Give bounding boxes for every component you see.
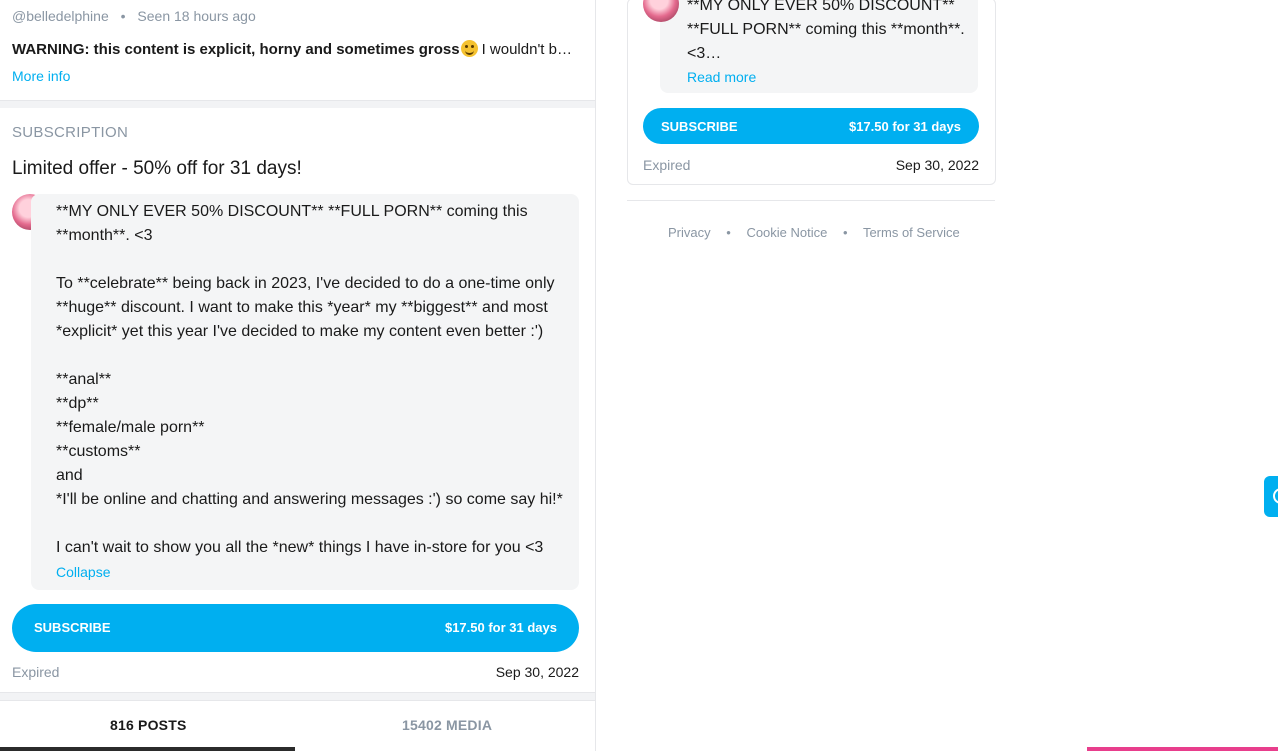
cookie-notice-link[interactable]: Cookie Notice	[746, 225, 827, 240]
more-info-link[interactable]: More info	[12, 68, 70, 84]
privacy-link[interactable]: Privacy	[668, 225, 711, 240]
subscribe-button[interactable]: SUBSCRIBE $17.50 for 31 days	[12, 604, 579, 652]
offer-message: **MY ONLY EVER 50% DISCOUNT** **FULL POR…	[56, 203, 563, 556]
section-divider	[0, 100, 595, 108]
profile-bio: WARNING: this content is explicit, horny…	[12, 40, 577, 58]
profile-meta: @belledelphine • Seen 18 hours ago	[12, 8, 256, 24]
subscribe-label: SUBSCRIBE	[34, 620, 111, 635]
sidebar-divider	[627, 200, 995, 201]
last-seen: Seen 18 hours ago	[137, 8, 256, 24]
footer-links: Privacy • Cookie Notice • Terms of Servi…	[668, 225, 960, 240]
offer-title: Limited offer - 50% off for 31 days!	[12, 158, 302, 179]
sidebar-expiry-date: Sep 30, 2022	[895, 157, 979, 173]
help-icon	[1273, 488, 1278, 504]
section-divider	[0, 692, 595, 700]
footer-separator: •	[843, 225, 848, 240]
tab-posts[interactable]: 816 POSTS	[110, 717, 187, 733]
content-tabs: 816 POSTS 15402 MEDIA	[0, 700, 595, 752]
wink-emoji-icon	[460, 40, 478, 57]
expired-label: Expired	[12, 664, 60, 680]
sidebar-subscribe-price: $17.50 for 31 days	[848, 119, 961, 134]
profile-handle[interactable]: @belledelphine	[12, 8, 109, 24]
tab-media[interactable]: 15402 MEDIA	[402, 717, 492, 733]
sidebar-offer-message: **MY ONLY EVER 50% DISCOUNT** **FULL POR…	[687, 0, 965, 62]
sidebar-subscribe-label: SUBSCRIBE	[661, 119, 738, 134]
profile-column: @belledelphine • Seen 18 hours ago WARNI…	[0, 0, 596, 751]
read-more-link[interactable]: Read more	[687, 69, 756, 85]
bio-text: I wouldn't be offended if you ...	[481, 41, 577, 58]
help-button[interactable]	[1264, 476, 1278, 517]
expiry-date: Sep 30, 2022	[495, 664, 579, 680]
subscription-heading: SUBSCRIPTION	[12, 124, 129, 141]
meta-separator: •	[120, 8, 126, 24]
terms-link[interactable]: Terms of Service	[863, 225, 960, 240]
collapse-link[interactable]: Collapse	[56, 564, 110, 580]
bio-warning: WARNING: this content is explicit, horny…	[12, 41, 460, 58]
subscribe-price: $17.50 for 31 days	[444, 620, 557, 635]
bottom-bar	[0, 747, 295, 751]
sidebar-subscribe-button[interactable]: SUBSCRIBE $17.50 for 31 days	[643, 108, 979, 144]
footer-separator: •	[726, 225, 731, 240]
sidebar-expired-label: Expired	[643, 157, 691, 173]
bottom-accent-bar	[1087, 747, 1278, 751]
